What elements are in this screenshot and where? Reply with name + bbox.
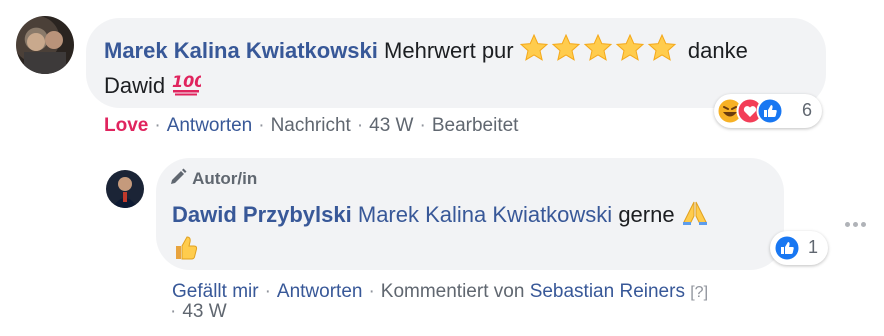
thumbs-up-emoji xyxy=(172,234,198,270)
message-link[interactable]: Nachricht xyxy=(271,115,351,136)
photo-icon xyxy=(112,177,138,208)
commented-by-prefix: Kommentiert von xyxy=(380,281,525,302)
reaction-icons xyxy=(716,97,784,125)
reply-body: Dawid Przybylski Marek Kalina Kwiatkowsk… xyxy=(172,200,772,270)
reply-mention[interactable]: Marek Kalina Kwiatkowski xyxy=(358,202,612,227)
reaction-count: 6 xyxy=(802,100,813,120)
like-icon xyxy=(756,97,784,125)
comment-body: Marek Kalina Kwiatkowski Mehrwert pur da… xyxy=(104,33,814,104)
help-link[interactable]: [?] xyxy=(690,284,708,301)
photo-icon xyxy=(24,31,66,74)
svg-text:100: 100 xyxy=(172,72,201,91)
commented-by-name[interactable]: Sebastian Reiners xyxy=(530,281,685,302)
comment-author[interactable]: Marek Kalina Kwiatkowski xyxy=(104,38,378,63)
stars-emoji xyxy=(519,33,682,70)
love-reaction-link[interactable]: Love xyxy=(104,115,148,136)
reply-reactions-summary[interactable]: 1 xyxy=(770,231,828,265)
reply-text: gerne xyxy=(618,202,675,227)
author-badge-label: Autor/in xyxy=(192,169,258,188)
more-options-icon[interactable] xyxy=(845,214,869,232)
reply-reaction-count: 1 xyxy=(808,237,819,257)
folded-hands-icon xyxy=(681,200,709,234)
reactions-summary[interactable]: 6 xyxy=(714,94,822,128)
reply-author[interactable]: Dawid Przybylski xyxy=(172,202,352,227)
reply-timestamp[interactable]: 43 W xyxy=(182,301,226,322)
comment-actions: Love · Antworten · Nachricht · 43 W · Bearbeitet xyxy=(104,115,519,136)
edited-label[interactable]: Bearbeitet xyxy=(432,115,519,136)
reply-link[interactable]: Antworten xyxy=(167,115,253,136)
reply-reply-link[interactable]: Antworten xyxy=(277,281,363,302)
star-icons xyxy=(519,33,676,61)
like-icon xyxy=(773,234,801,262)
author-badge: Autor/in xyxy=(168,167,257,192)
reply-time-row: · 43 W xyxy=(170,301,227,322)
pencil-icon xyxy=(168,167,188,192)
hundred-points-icon: 100 xyxy=(171,70,206,104)
like-link[interactable]: Gefällt mir xyxy=(172,281,259,302)
comment-text: Mehrwert pur xyxy=(384,38,514,63)
reply-avatar[interactable] xyxy=(106,170,144,208)
comment-text-line2: Dawid xyxy=(104,73,166,98)
timestamp[interactable]: 43 W xyxy=(369,115,413,136)
reply-actions: Gefällt mir · Antworten · Kommentiert von Se… xyxy=(172,281,709,302)
commenter-avatar[interactable] xyxy=(16,16,74,74)
comment-text-after: danke xyxy=(687,38,748,63)
